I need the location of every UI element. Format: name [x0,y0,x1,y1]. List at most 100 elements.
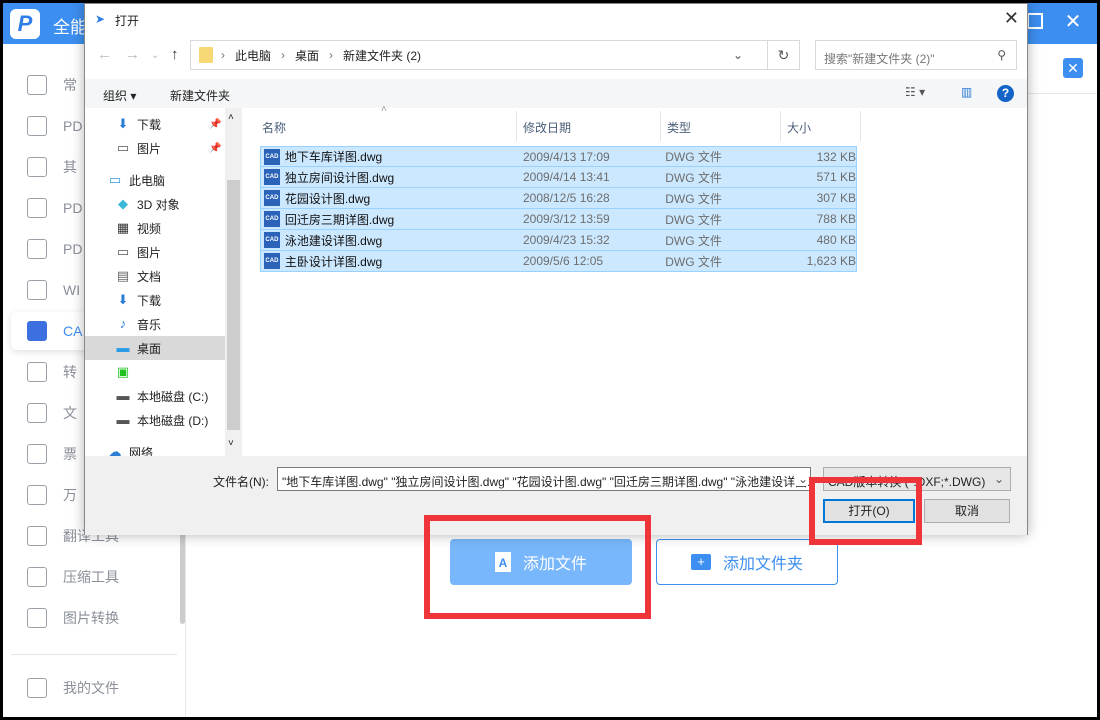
folder-plus-icon: + [691,554,711,570]
search-input[interactable]: 搜索"新建文件夹 (2)" ⚲ [815,40,1017,70]
file-row[interactable]: CAD花园设计图.dwg2008/12/5 16:28DWG 文件307 KB [260,188,857,209]
navigation-pane: ⬇下载📌▭图片📌▭此电脑◆3D 对象▦视频▭图片▤文档⬇下载♪音乐▬桌面▣▬本地… [85,108,242,456]
forward-button[interactable]: → [125,46,140,63]
download-icon: ⬇ [115,293,131,307]
filename-value: "地下车库详图.dwg" "独立房间设计图.dwg" "花园设计图.dwg" "… [282,475,811,489]
file-name: 主卧设计详图.dwg [285,253,523,270]
scroll-down-icon[interactable]: ˅ [228,438,234,449]
sidebar-scrollbar[interactable] [180,529,185,624]
column-header-type[interactable]: 类型 [661,111,781,141]
sidebar-item-label: 我的文件 [63,678,119,698]
file-size: 1,623 KB [784,254,856,268]
recent-dropdown[interactable]: ⌄ [151,50,159,61]
up-button[interactable]: ↑ [171,46,179,63]
video-icon: ▦ [115,221,131,235]
file-name: 回迁房三期详图.dwg [285,211,523,228]
nav-item[interactable]: ▦视频 [85,216,225,240]
organize-button[interactable]: 组织 ▾ [103,87,136,104]
nav-item[interactable]: ▬本地磁盘 (D:) [85,408,225,432]
sidebar-item-label: 票 [63,444,77,464]
nav-item[interactable]: ▭图片 [85,240,225,264]
close-button[interactable]: ✕ [1058,9,1088,34]
file-size: 132 KB [784,150,856,164]
download-icon: ⬇ [115,117,131,131]
cad-file-icon: CAD [264,190,280,206]
chevron-down-icon: ⌄ [994,472,1004,486]
column-header-name[interactable]: 名称 [256,111,517,141]
search-icon: ⚲ [997,48,1006,62]
app-title: 全能 [53,13,87,38]
sidebar-item-label: 常 [63,75,77,95]
nav-item[interactable]: ⬇ 下载 [85,288,225,312]
sidebar-item-my-files[interactable]: 我的文件 [11,669,177,707]
cad-file-icon: CAD [264,149,280,165]
preview-pane-icon[interactable]: ▥ [961,85,972,99]
refresh-button[interactable]: ↻ [768,40,800,70]
back-button[interactable]: ← [97,46,112,63]
chevron-down-icon[interactable]: ⌄ [796,472,808,486]
nav-item-label: 下载 [137,116,161,133]
nav-item[interactable]: ▭此电脑 [85,168,225,192]
file-size: 788 KB [784,212,856,226]
my-files-icon [27,678,47,698]
dialog-title: 打开 [115,12,139,29]
cancel-button[interactable]: 取消 [924,499,1010,523]
breadcrumb-item[interactable]: 新建文件夹 (2) [343,47,421,64]
file-type: DWG 文件 [665,148,784,165]
scrollbar-thumb[interactable] [227,180,240,430]
file-row[interactable]: CAD回迁房三期详图.dwg2009/3/12 13:59DWG 文件788 K… [260,209,857,230]
text-icon [27,403,47,423]
breadcrumb-item[interactable]: 此电脑 [235,47,271,64]
cad-file-icon: CAD [264,253,280,269]
dialog-close-button[interactable]: ✕ [1004,8,1019,29]
cad-file-icon: CAD [264,169,280,185]
nav-item-label: 图片 [137,244,161,261]
sidebar-item-label: 转 [63,362,77,382]
image-icon [27,75,47,95]
filename-input[interactable]: "地下车库详图.dwg" "独立房间设计图.dwg" "花园设计图.dwg" "… [277,467,811,491]
column-header-size[interactable]: 大小 [781,111,861,141]
cad-icon [27,321,47,341]
breadcrumb-item[interactable]: 桌面 [295,47,319,64]
music-icon: ♪ [115,317,131,331]
filename-label: 文件名(N): [213,473,269,490]
universal-icon [27,485,47,505]
nav-item[interactable]: ▤文档 [85,264,225,288]
search-placeholder: 搜索"新建文件夹 (2)" [824,52,935,66]
file-row[interactable]: CAD主卧设计详图.dwg2009/5/6 12:05DWG 文件1,623 K… [260,251,857,272]
nav-item[interactable]: ☁网络 [85,440,225,456]
translate-tool-icon [27,526,47,546]
file-row[interactable]: CAD地下车库详图.dwg2009/4/13 17:09DWG 文件132 KB [260,146,857,167]
sidebar-item[interactable]: 图片转换 [11,599,177,637]
open-file-dialog: ➤ 打开 ✕ ← → ⌄ ↑ › 此电脑› 桌面› 新建文件夹 (2) ⌄ ↻ … [84,3,1028,535]
nav-item[interactable]: ▭图片📌 [85,136,225,160]
nav-scrollbar[interactable]: ˄ ˅ [225,108,242,456]
sort-ascending-icon: ˄ [381,104,387,115]
nav-item[interactable]: ▬本地磁盘 (C:) [85,384,225,408]
nav-item[interactable]: ♪音乐 [85,312,225,336]
nav-item[interactable]: ▣ [85,360,225,384]
help-icon[interactable]: ? [997,85,1014,102]
view-options-icon[interactable]: ☷ ▾ [905,85,925,99]
nav-item[interactable]: ◆3D 对象 [85,192,225,216]
column-header-date[interactable]: 修改日期 [517,111,661,141]
nav-item-label: 下载 [137,292,161,309]
drive-icon: ▬ [115,389,131,403]
file-name: 泳池建设详图.dwg [285,232,523,249]
nav-item[interactable]: ▬桌面 [85,336,225,360]
file-row[interactable]: CAD泳池建设详图.dwg2009/4/23 15:32DWG 文件480 KB [260,230,857,251]
cad-file-icon: CAD [264,211,280,227]
new-folder-button[interactable]: 新建文件夹 [170,87,230,104]
nav-item[interactable]: ⬇下载📌 [85,112,225,136]
chevron-down-icon[interactable]: ⌄ [733,48,743,62]
address-bar[interactable]: › 此电脑› 桌面› 新建文件夹 (2) ⌄ [190,40,768,70]
word-icon [27,280,47,300]
pictures-icon: ▭ [115,141,131,155]
sidebar-item[interactable]: 压缩工具 [11,558,177,596]
panel-close-button[interactable]: ✕ [1063,58,1083,78]
add-folder-button[interactable]: +添加文件夹 [656,539,838,585]
scroll-up-icon[interactable]: ˄ [228,112,234,123]
file-row[interactable]: CAD独立房间设计图.dwg2009/4/14 13:41DWG 文件571 K… [260,167,857,188]
maximize-button[interactable] [1027,13,1043,29]
file-type: DWG 文件 [665,211,784,228]
